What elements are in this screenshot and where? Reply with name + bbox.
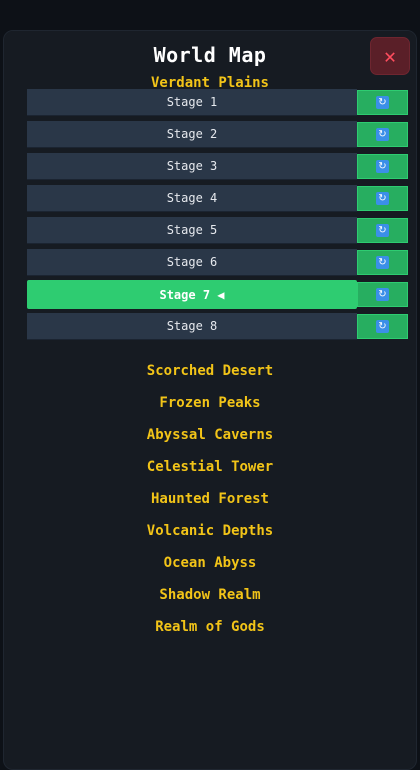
stage-row: Stage 4 ↻ (27, 185, 408, 212)
stage-button[interactable]: Stage 8 (27, 313, 357, 340)
stage-button[interactable]: Stage 3 (27, 153, 357, 180)
close-button[interactable]: ✕ (370, 37, 410, 75)
stage-row: Stage 6 ↻ (27, 249, 408, 276)
stage-row: Stage 3 ↻ (27, 153, 408, 180)
close-icon: ✕ (383, 44, 397, 68)
replay-button[interactable]: ↻ (357, 186, 408, 211)
stage-row: Stage 8 ↻ (27, 313, 408, 340)
world-list[interactable]: Verdant Plains Stage 1 ↻ Stage 2 ↻ Stage… (4, 73, 416, 769)
panel-header: World Map ✕ (4, 31, 416, 75)
stage-button[interactable]: Stage 2 (27, 121, 357, 148)
world-map-panel: World Map ✕ Verdant Plains Stage 1 ↻ Sta… (3, 30, 417, 770)
world-title-9[interactable]: Realm of Gods (4, 619, 416, 635)
stage-button[interactable]: Stage 5 (27, 217, 357, 244)
replay-button[interactable]: ↻ (357, 122, 408, 147)
stage-row-current: Stage 7 ◀ ↻ (27, 280, 408, 309)
stage-row: Stage 2 ↻ (27, 121, 408, 148)
world-title-5[interactable]: Haunted Forest (4, 491, 416, 507)
replay-icon: ↻ (376, 192, 389, 205)
replay-icon: ↻ (376, 96, 389, 109)
world-title-4[interactable]: Celestial Tower (4, 459, 416, 475)
replay-icon: ↻ (376, 256, 389, 269)
world-title-1[interactable]: Scorched Desert (4, 363, 416, 379)
stage-button[interactable]: Stage 1 (27, 89, 357, 116)
replay-button[interactable]: ↻ (357, 90, 408, 115)
current-stage-button[interactable]: Stage 7 ◀ (27, 280, 357, 309)
replay-button[interactable]: ↻ (357, 218, 408, 243)
replay-icon: ↻ (376, 160, 389, 173)
replay-icon: ↻ (376, 288, 389, 301)
world-title-3[interactable]: Abyssal Caverns (4, 427, 416, 443)
stage-button[interactable]: Stage 6 (27, 249, 357, 276)
world-title-7[interactable]: Ocean Abyss (4, 555, 416, 571)
replay-icon: ↻ (376, 320, 389, 333)
stage-row: Stage 5 ↻ (27, 217, 408, 244)
replay-icon: ↻ (376, 128, 389, 141)
world-title-2[interactable]: Frozen Peaks (4, 395, 416, 411)
replay-button[interactable]: ↻ (357, 250, 408, 275)
page-title: World Map (153, 43, 267, 67)
replay-button[interactable]: ↻ (357, 314, 408, 339)
stage-button[interactable]: Stage 4 (27, 185, 357, 212)
replay-icon: ↻ (376, 224, 389, 237)
replay-button[interactable]: ↻ (357, 282, 408, 307)
replay-button[interactable]: ↻ (357, 154, 408, 179)
stage-row: Stage 1 ↻ (27, 89, 408, 116)
world-title-8[interactable]: Shadow Realm (4, 587, 416, 603)
world-title-6[interactable]: Volcanic Depths (4, 523, 416, 539)
